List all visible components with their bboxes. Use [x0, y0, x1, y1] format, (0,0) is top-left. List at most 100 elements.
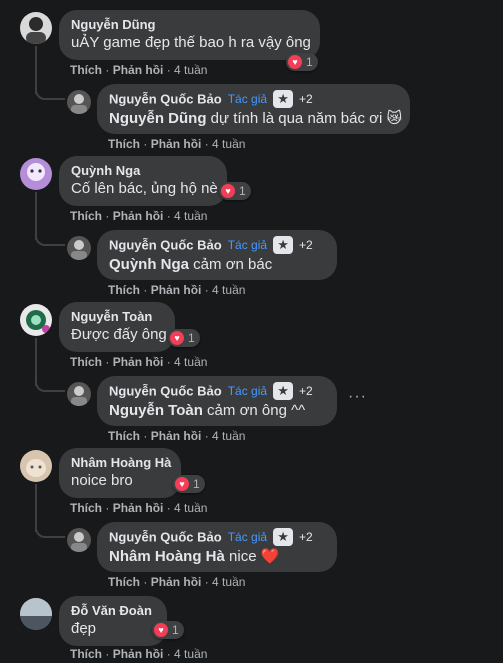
reaction-badge[interactable]: ♥ 1 — [286, 53, 318, 71]
comment-actions: Thích · Phản hồi · 4 tuần — [70, 209, 207, 223]
reply-button[interactable]: Phản hồi — [113, 647, 164, 661]
comment-bubble: Nguyễn Dũng uẢY game đẹp thế bao h ra vậ… — [59, 10, 320, 60]
avatar[interactable] — [20, 598, 52, 630]
timestamp[interactable]: 4 tuần — [212, 283, 245, 297]
heart-icon: ♥ — [175, 477, 189, 491]
comment-text: uẢY game đẹp thế bao h ra vậy ông — [71, 34, 311, 51]
reply-button[interactable]: Phản hồi — [151, 283, 202, 297]
separator: · — [204, 575, 209, 589]
badge-count[interactable]: +2 — [299, 92, 313, 106]
timestamp[interactable]: 4 tuần — [174, 501, 207, 515]
like-button[interactable]: Thích — [108, 283, 140, 297]
author-badge: Tác giả — [227, 238, 268, 253]
reaction-badge[interactable]: ♥ 1 — [219, 182, 251, 200]
like-button[interactable]: Thích — [70, 209, 102, 223]
star-icon[interactable]: ★ — [273, 236, 294, 254]
reaction-count: 1 — [193, 477, 200, 491]
like-button[interactable]: Thích — [70, 501, 102, 515]
separator: · — [166, 647, 171, 661]
comment-author[interactable]: Nguyễn Toàn — [71, 309, 163, 325]
comment-bubble: Nhâm Hoàng Hà noice bro — [59, 448, 181, 498]
like-button[interactable]: Thích — [108, 137, 140, 151]
like-button[interactable]: Thích — [108, 429, 140, 443]
comment-bubble: Quỳnh Nga Cố lên bác, ủng hộ nè — [59, 156, 227, 206]
like-button[interactable]: Thích — [70, 63, 102, 77]
avatar[interactable] — [67, 236, 91, 260]
reply-text: cảm ơn ông ^^ — [202, 402, 306, 419]
separator: · — [166, 209, 171, 223]
reply-author[interactable]: Nguyễn Quốc Bảo — [109, 91, 222, 106]
reply-button[interactable]: Phản hồi — [151, 137, 202, 151]
reply-bubble: Nguyễn Quốc Bảo Tác giả ★ +2 Quỳnh Nga cảm … — [97, 230, 337, 280]
reply-author[interactable]: Nguyễn Quốc Bảo — [109, 237, 222, 252]
avatar[interactable] — [67, 528, 91, 552]
separator: · — [105, 501, 110, 515]
reaction-badge[interactable]: ♥ 1 — [168, 329, 200, 347]
timestamp[interactable]: 4 tuần — [174, 355, 207, 369]
reply-button[interactable]: Phản hồi — [113, 63, 164, 77]
like-button[interactable]: Thích — [70, 355, 102, 369]
like-button[interactable]: Thích — [70, 647, 102, 661]
avatar[interactable] — [67, 382, 91, 406]
timestamp[interactable]: 4 tuần — [174, 209, 207, 223]
reaction-badge[interactable]: ♥ 1 — [152, 621, 184, 639]
author-badge: Tác giả — [227, 530, 268, 545]
comment-actions: Thích · Phản hồi · 4 tuần — [70, 63, 207, 77]
star-icon[interactable]: ★ — [273, 528, 294, 546]
like-button[interactable]: Thích — [108, 575, 140, 589]
badge-count[interactable]: +2 — [299, 530, 313, 544]
badge-count[interactable]: +2 — [299, 384, 313, 398]
heart-icon: ♥ — [154, 623, 168, 637]
comment-author[interactable]: Nguyễn Dũng — [71, 17, 308, 33]
reply-bubble: Nguyễn Quốc Bảo Tác giả ★ +2 Nguyễn Dũng dự… — [97, 84, 410, 134]
comment-text: đẹp — [71, 620, 97, 637]
mention-link[interactable]: Quỳnh Nga — [109, 256, 189, 273]
reply-button[interactable]: Phản hồi — [113, 501, 164, 515]
reply-actions: Thích · Phản hồi · 4 tuần — [108, 575, 245, 589]
timestamp[interactable]: 4 tuần — [174, 647, 207, 661]
comment-actions: Thích · Phản hồi · 4 tuần — [70, 355, 207, 369]
separator: · — [204, 283, 209, 297]
star-icon[interactable]: ★ — [273, 382, 294, 400]
star-icon[interactable]: ★ — [273, 90, 294, 108]
mention-link[interactable]: Nguyễn Dũng — [109, 110, 207, 127]
separator: · — [166, 355, 171, 369]
mention-link[interactable]: Nguyễn Toàn — [109, 402, 203, 419]
heart-icon: ♥ — [288, 55, 302, 69]
reaction-count: 1 — [172, 623, 179, 637]
timestamp[interactable]: 4 tuần — [212, 429, 245, 443]
timestamp[interactable]: 4 tuần — [174, 63, 207, 77]
reply-bubble: Nguyễn Quốc Bảo Tác giả ★ +2 Nhâm Hoàng Hà … — [97, 522, 337, 572]
timestamp[interactable]: 4 tuần — [212, 575, 245, 589]
separator: · — [143, 429, 148, 443]
reply-author[interactable]: Nguyễn Quốc Bảo — [109, 383, 222, 398]
separator: · — [105, 209, 110, 223]
avatar[interactable] — [20, 158, 52, 190]
reaction-badge[interactable]: ♥ 1 — [173, 475, 205, 493]
avatar[interactable] — [20, 450, 52, 482]
reply-bubble: Nguyễn Quốc Bảo Tác giả ★ +2 Nguyễn Toàn cả… — [97, 376, 337, 426]
badge-count[interactable]: +2 — [299, 238, 313, 252]
reply-button[interactable]: Phản hồi — [151, 429, 202, 443]
comment-bubble: Nguyễn Toàn Được đấy ông — [59, 302, 175, 352]
reply-button[interactable]: Phản hồi — [151, 575, 202, 589]
avatar[interactable] — [20, 12, 52, 44]
reply-author[interactable]: Nguyễn Quốc Bảo — [109, 529, 222, 544]
comment-author[interactable]: Quỳnh Nga — [71, 163, 215, 179]
reply-text: dự tính là qua năm bác ơi 😿 — [206, 110, 403, 127]
comment-author[interactable]: Nhâm Hoàng Hà — [71, 455, 171, 471]
separator: · — [105, 63, 110, 77]
reply-button[interactable]: Phản hồi — [113, 355, 164, 369]
reply-button[interactable]: Phản hồi — [113, 209, 164, 223]
more-options-icon[interactable]: ··· — [348, 388, 367, 406]
timestamp[interactable]: 4 tuần — [212, 137, 245, 151]
heart-icon: ♥ — [170, 331, 184, 345]
separator: · — [143, 575, 148, 589]
comment-author[interactable]: Đỗ Văn Đoàn — [71, 603, 155, 619]
avatar[interactable] — [20, 304, 52, 336]
author-badge: Tác giả — [227, 92, 268, 107]
separator: · — [143, 283, 148, 297]
avatar[interactable] — [67, 90, 91, 114]
mention-link[interactable]: Nhâm Hoàng Hà — [109, 548, 225, 565]
separator: · — [105, 647, 110, 661]
